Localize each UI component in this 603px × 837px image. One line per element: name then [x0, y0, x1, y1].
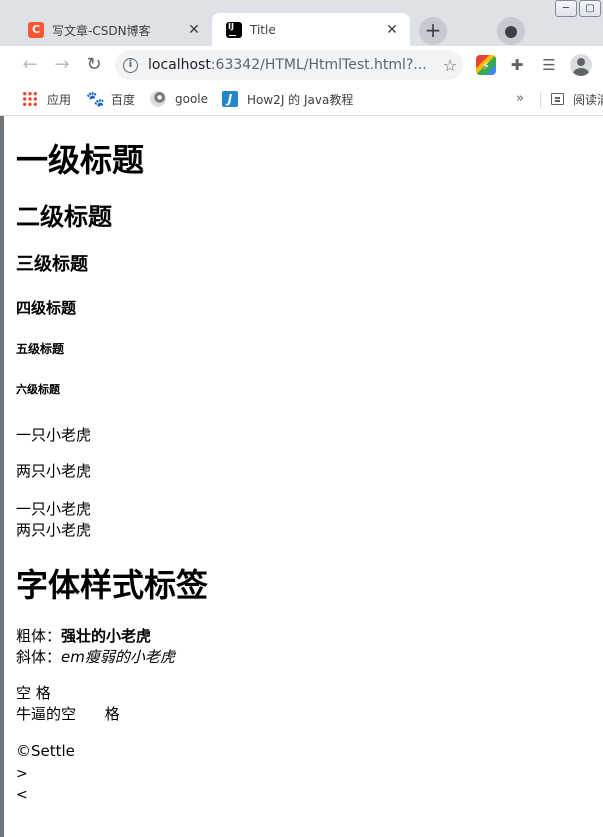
tab-search-button[interactable]: [497, 17, 525, 45]
baidu-icon: 🐾: [86, 90, 105, 108]
window-controls: ─ ▢: [553, 0, 601, 20]
less-than-text: <: [16, 787, 28, 803]
font-style-heading: 字体样式标签: [16, 566, 209, 604]
paragraph-line-break-2: 两只小老虎: [16, 521, 92, 539]
maximize-button[interactable]: ▢: [579, 0, 601, 17]
bookmark-how2j[interactable]: J How2J 的 Java教程: [222, 89, 353, 109]
reading-list-label: 阅读清: [573, 92, 603, 107]
back-button[interactable]: ←: [18, 53, 42, 77]
goole-icon: [150, 91, 166, 107]
arrow-left-icon: ←: [22, 54, 38, 75]
arrow-right-icon: →: [54, 54, 70, 75]
paragraph-two-tigers: 两只小老虎: [16, 462, 92, 480]
bookmark-label: 百度: [111, 92, 136, 107]
extension-icon[interactable]: [476, 55, 496, 75]
bookmark-label: goole: [175, 92, 209, 106]
heading-5: 五级标题: [16, 342, 65, 356]
bookmark-label: How2J 的 Java教程: [247, 92, 354, 107]
tab-title: Title: [250, 23, 276, 37]
toolbar: ← → ↻ i localhost:63342/HTML/HtmlTest.ht…: [0, 46, 603, 84]
puzzle-icon[interactable]: ✚: [507, 55, 527, 75]
bookmarks-bar: 应用 🐾 百度 goole J How2J 的 Java教程 » 阅读清: [0, 84, 603, 116]
minimize-button[interactable]: ─: [555, 0, 577, 17]
copyright-text: ©Settle: [16, 742, 75, 760]
tab-csdn[interactable]: C 写文章-CSDN博客 ✕: [16, 13, 212, 47]
bookmark-baidu[interactable]: 🐾 百度: [86, 89, 135, 109]
bold-label: 粗体：: [16, 627, 62, 645]
reading-list-icon: [551, 93, 564, 105]
tab-strip: ─ ▢ C 写文章-CSDN博客 ✕ IJ Title ✕ +: [0, 0, 603, 47]
forward-button[interactable]: →: [50, 53, 74, 77]
bookmark-label: 应用: [47, 92, 72, 107]
close-icon[interactable]: ✕: [384, 22, 400, 38]
url-text[interactable]: localhost:63342/HTML/HtmlTest.html?...: [148, 57, 437, 73]
profile-avatar[interactable]: [570, 54, 592, 76]
address-bar[interactable]: i localhost:63342/HTML/HtmlTest.html?...…: [115, 50, 463, 80]
window-edge: [0, 116, 4, 837]
url-host: localhost: [148, 57, 211, 73]
heading-2: 二级标题: [16, 203, 112, 231]
bookmark-goole[interactable]: goole: [150, 89, 208, 109]
reload-button[interactable]: ↻: [82, 53, 106, 77]
new-tab-button[interactable]: +: [419, 17, 447, 45]
italic-line: 斜体：em瘦弱的小老虎: [16, 647, 175, 668]
apps-icon: [22, 91, 38, 107]
heading-1: 一级标题: [16, 141, 145, 179]
tab-title-page[interactable]: IJ Title ✕: [212, 13, 410, 47]
csdn-icon: C: [28, 22, 44, 38]
space-line-2: 牛逼的空 格: [16, 705, 120, 723]
heading-4: 四级标题: [16, 299, 77, 317]
bookmarks-divider: [540, 92, 541, 108]
how2j-icon: J: [222, 91, 238, 107]
paragraph-one-tiger: 一只小老虎: [16, 426, 92, 444]
heading-3: 三级标题: [16, 254, 88, 275]
tab-title: 写文章-CSDN博客: [52, 23, 151, 38]
reading-list-button[interactable]: 阅读清: [551, 89, 603, 109]
reload-icon: ↻: [86, 54, 102, 75]
star-icon[interactable]: ☆: [437, 56, 463, 75]
bookmark-apps[interactable]: 应用: [22, 89, 71, 109]
space-line-1: 空 格: [16, 684, 51, 702]
bookmarks-more-button[interactable]: »: [516, 89, 524, 109]
url-path: :63342/HTML/HtmlTest.html?...: [210, 57, 427, 73]
browser-chrome: ─ ▢ C 写文章-CSDN博客 ✕ IJ Title ✕ + ← → ↻ i …: [0, 0, 603, 116]
bold-line: 粗体：强壮的小老虎: [16, 626, 151, 647]
italic-text: em瘦弱的小老虎: [61, 648, 175, 666]
greater-than-text: >: [16, 766, 28, 782]
media-control-icon[interactable]: ☰: [539, 55, 559, 75]
close-icon[interactable]: ✕: [186, 22, 202, 38]
info-icon[interactable]: i: [123, 57, 138, 73]
intellij-icon: IJ: [226, 22, 242, 38]
bold-text: 强壮的小老虎: [61, 627, 152, 645]
italic-label: 斜体：: [16, 648, 62, 666]
heading-6: 六级标题: [16, 383, 60, 396]
paragraph-line-break-1: 一只小老虎: [16, 500, 92, 518]
page-content: 一级标题 二级标题 三级标题 四级标题 五级标题 六级标题 一只小老虎 两只小老…: [16, 116, 603, 837]
